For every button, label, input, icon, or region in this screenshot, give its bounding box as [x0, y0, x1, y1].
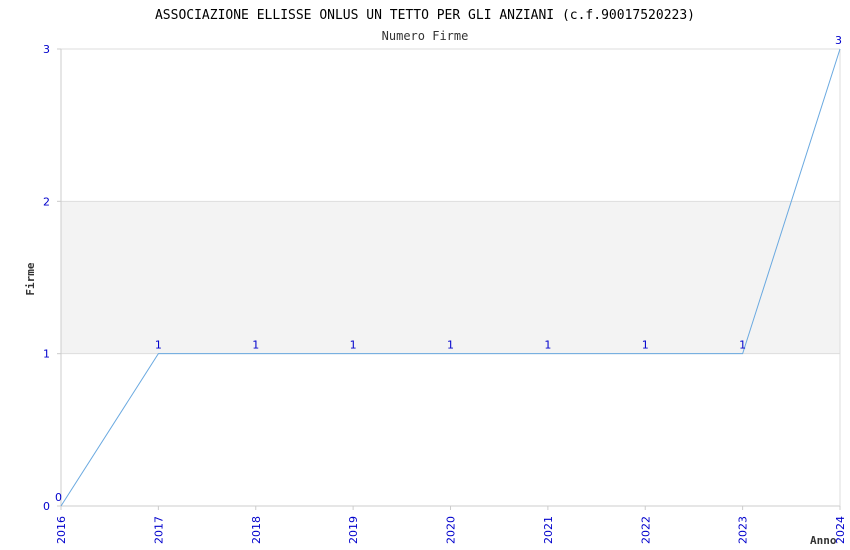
y-tick-label-2: 2: [43, 195, 50, 208]
data-label-2018: 1: [252, 339, 259, 352]
chart-subtitle: Numero Firme: [382, 29, 469, 43]
x-tick-label-2023: 2023: [737, 516, 750, 544]
x-tick-label-2020: 2020: [445, 516, 458, 544]
data-label-2019: 1: [350, 339, 357, 352]
x-tick-label-2017: 2017: [152, 516, 165, 544]
x-axis-ticks: 2016 2017 2018 2019 2020 2021 2022 2023 2024: [55, 506, 847, 544]
data-label-2024: 3: [835, 34, 842, 47]
plot-band-1: [61, 201, 840, 354]
chart-title: ASSOCIAZIONE ELLISSE ONLUS UN TETTO PER …: [155, 8, 695, 23]
plot-bands: [61, 201, 840, 354]
data-label-2016: 0: [55, 491, 62, 504]
x-axis-label: Anno: [810, 534, 837, 547]
y-tick-label-3: 3: [43, 43, 50, 56]
x-tick-label-2021: 2021: [542, 516, 555, 544]
y-tick-label-0: 0: [43, 500, 50, 513]
x-tick-label-2018: 2018: [250, 516, 263, 544]
y-axis-ticks: 0 1 2 3: [43, 43, 61, 513]
data-label-2022: 1: [642, 339, 649, 352]
data-label-2020: 1: [447, 339, 454, 352]
data-label-2021: 1: [544, 339, 551, 352]
x-tick-label-2016: 2016: [55, 516, 68, 544]
y-axis-label: Firme: [24, 262, 37, 295]
chart: ASSOCIAZIONE ELLISSE ONLUS UN TETTO PER …: [24, 8, 847, 547]
y-tick-label-1: 1: [43, 348, 50, 361]
data-label-2017: 1: [155, 339, 162, 352]
x-tick-label-2022: 2022: [639, 516, 652, 544]
data-label-2023: 1: [739, 339, 746, 352]
x-tick-label-2019: 2019: [347, 516, 360, 544]
